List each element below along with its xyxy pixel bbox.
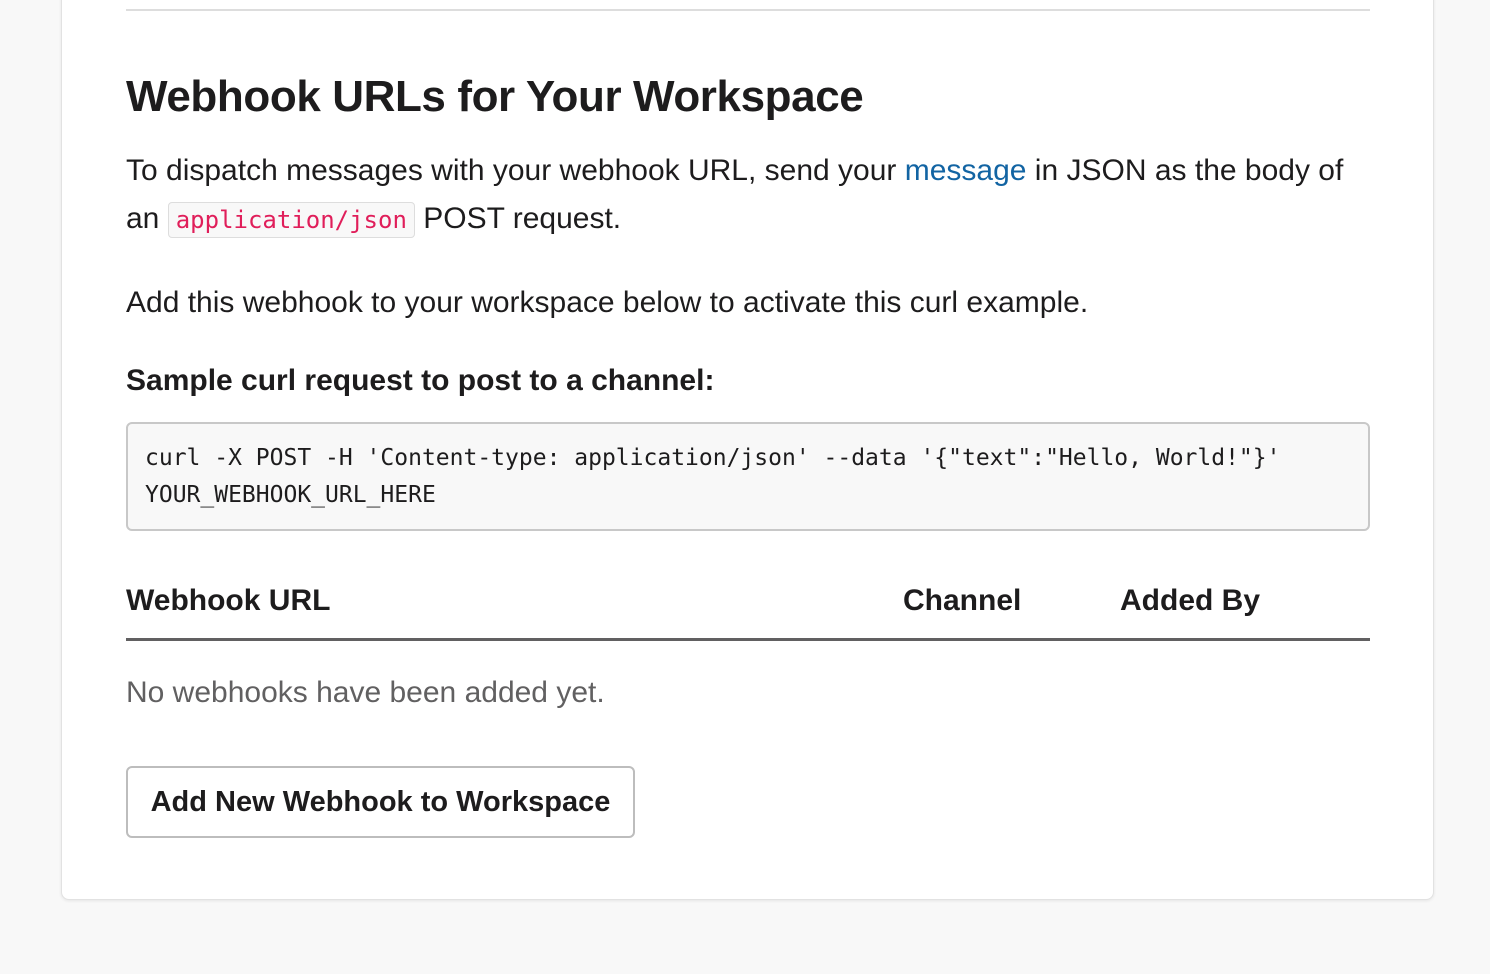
message-link[interactable]: message — [905, 154, 1027, 187]
content-type-code: application/json — [167, 202, 415, 238]
webhook-card: Webhook URLs for Your Workspace To dispa… — [61, 0, 1434, 900]
column-header-added-by: Added By — [1120, 584, 1261, 617]
add-new-webhook-button[interactable]: Add New Webhook to Workspace — [126, 766, 635, 838]
empty-state-message: No webhooks have been added yet. — [126, 676, 605, 709]
description-text-1: To dispatch messages with your webhook U… — [126, 154, 905, 187]
curl-code-block[interactable]: curl -X POST -H 'Content-type: applicati… — [126, 422, 1370, 531]
description-text-3: POST request. — [414, 202, 622, 235]
webhook-table-header: Webhook URL Channel Added By — [126, 579, 1370, 641]
activate-instructions: Add this webhook to your workspace below… — [126, 286, 1089, 319]
page-title: Webhook URLs for Your Workspace — [126, 72, 864, 121]
webhook-description: To dispatch messages with your webhook U… — [126, 147, 1376, 244]
column-header-channel: Channel — [903, 584, 1022, 617]
column-header-webhook-url: Webhook URL — [126, 584, 331, 617]
section-divider — [126, 9, 1370, 11]
sample-curl-heading: Sample curl request to post to a channel… — [126, 364, 715, 397]
